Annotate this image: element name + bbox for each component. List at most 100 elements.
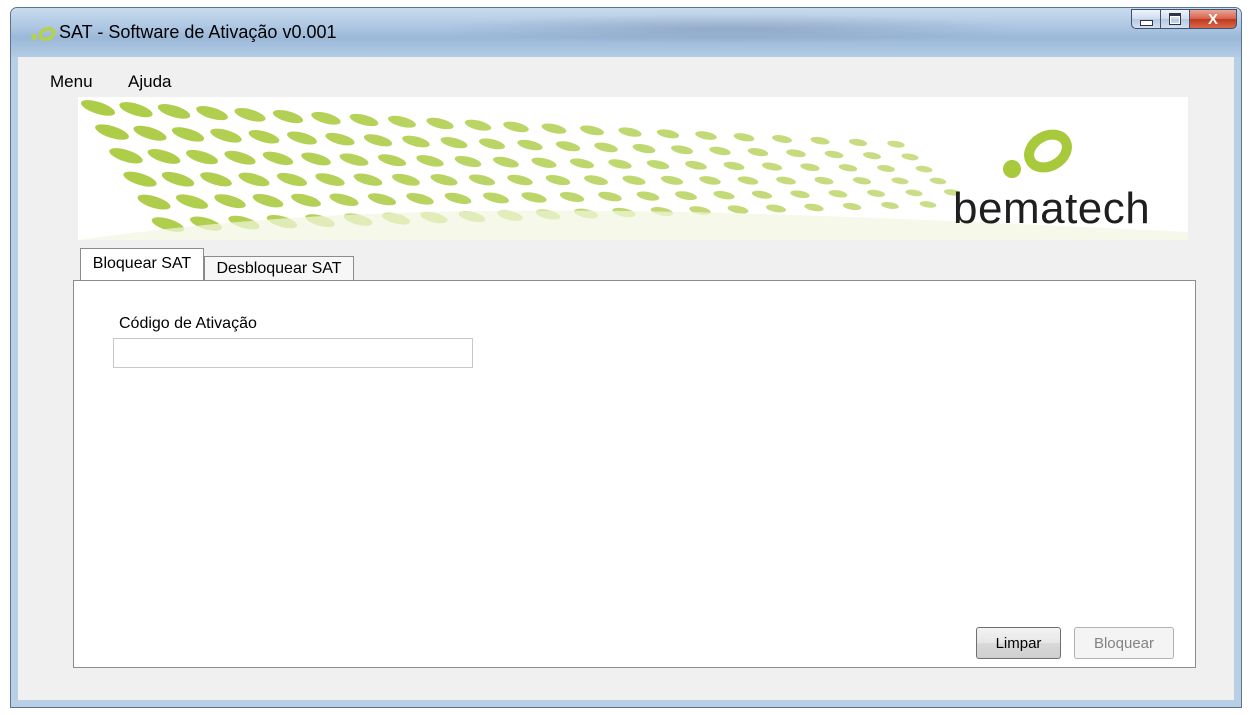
banner-dot [695,131,717,140]
banner-dot [315,173,345,186]
banner-dot [810,136,830,145]
banner-dot [234,107,266,122]
banner-dot [772,135,792,143]
banner-dot [175,194,209,209]
menu-item-menu[interactable]: Menu [50,72,93,92]
banner-dot [507,174,533,186]
banner-dot [503,121,529,133]
banner-dot [723,161,745,171]
banner-dot [133,125,167,141]
tab-desbloquear-sat[interactable]: Desbloquear SAT [204,256,354,281]
banner-dot [670,145,694,155]
banner-dot [493,156,519,168]
banner-dot [521,192,547,203]
banner-dot [828,190,848,198]
bematech-logo-icon [1003,129,1072,178]
banner-dot [123,171,157,187]
banner-dot [618,127,642,137]
banner-dot [95,124,129,140]
brand-name: bematech [953,184,1151,233]
maximize-icon [1169,13,1181,25]
banner-dot [887,140,905,148]
window-title: SAT - Software de Ativação v0.001 [59,22,337,42]
banner-dot [109,148,143,164]
banner-dot [915,165,933,173]
close-button[interactable]: X [1189,9,1237,29]
close-icon: X [1207,10,1218,28]
banner-dot [483,192,509,204]
banner-dot [580,125,604,136]
banner-dot [287,131,317,145]
banner-dot [367,193,397,206]
banner-dot [430,174,458,186]
banner-dot [786,149,806,158]
banner-dot [685,160,707,170]
banner-dot [531,157,557,168]
banner-dot [814,176,834,185]
banner-dot [196,106,228,121]
banner-dot [699,176,721,185]
banner-dot [402,135,430,148]
banner-dot [349,113,379,127]
banner-dot [747,148,769,157]
tab-bloquear-sat[interactable]: Bloquear SAT [80,248,204,280]
maximize-button[interactable] [1160,9,1189,29]
title-bar[interactable]: SAT - Software de Ativação v0.001 X [11,8,1241,57]
banner-dot [440,137,468,149]
banner-dot [200,172,232,187]
banner-dot [646,160,670,170]
banner-dot [891,177,909,185]
banner-dot [877,164,895,172]
banner-dot [559,192,585,203]
activation-code-input[interactable] [113,338,473,368]
banner-dot [416,155,444,167]
banner-dot [842,202,862,211]
banner-dot [363,134,393,147]
banner-dot [301,152,331,166]
clear-button[interactable]: Limpar [976,627,1061,659]
activation-code-label: Código de Ativação [119,315,257,332]
window-controls: X [1131,9,1237,29]
banner-dot [824,150,844,159]
banner-dot [464,119,492,131]
banner-dot [339,153,369,166]
banner-dot [214,194,246,209]
banner-dot [594,142,618,153]
banner-dot [765,204,787,213]
banner-dot [608,159,632,169]
banner-dot [252,193,284,208]
banner-dot [838,164,858,172]
banner-dot [584,175,608,186]
banner-dot [713,190,735,200]
banner-dot [852,177,872,185]
banner-dot [776,176,796,185]
banner-dot [675,191,697,201]
minimize-icon [1139,20,1153,26]
minimize-button[interactable] [1131,9,1160,29]
banner-dot [80,100,116,116]
banner-dot [555,141,581,152]
banner-dot [478,138,506,150]
app-logo-icon [31,26,56,42]
banner-dot [272,109,304,124]
banner-dot [406,193,434,205]
banner-dot [444,192,472,205]
banner-dot [800,163,820,172]
block-button[interactable]: Bloquear [1074,627,1174,659]
banner-dot [737,176,759,185]
banner-dot [848,138,868,147]
banner-dot [311,111,341,125]
menu-item-ajuda[interactable]: Ajuda [128,72,171,92]
banner-dot [636,191,660,201]
banner-dot [329,193,359,207]
banner-dot [761,162,783,171]
banner-dot [919,201,937,208]
banner-dot [157,104,191,119]
window-client-area: Menu Ajuda bematech Bloquear SAT Desbloq… [18,57,1234,700]
banner-dot [545,175,571,186]
banner-dot [325,132,355,146]
banner-dot [569,158,595,169]
banner-dot [426,117,454,130]
banner-dot [751,190,773,199]
banner-dot [388,115,416,128]
